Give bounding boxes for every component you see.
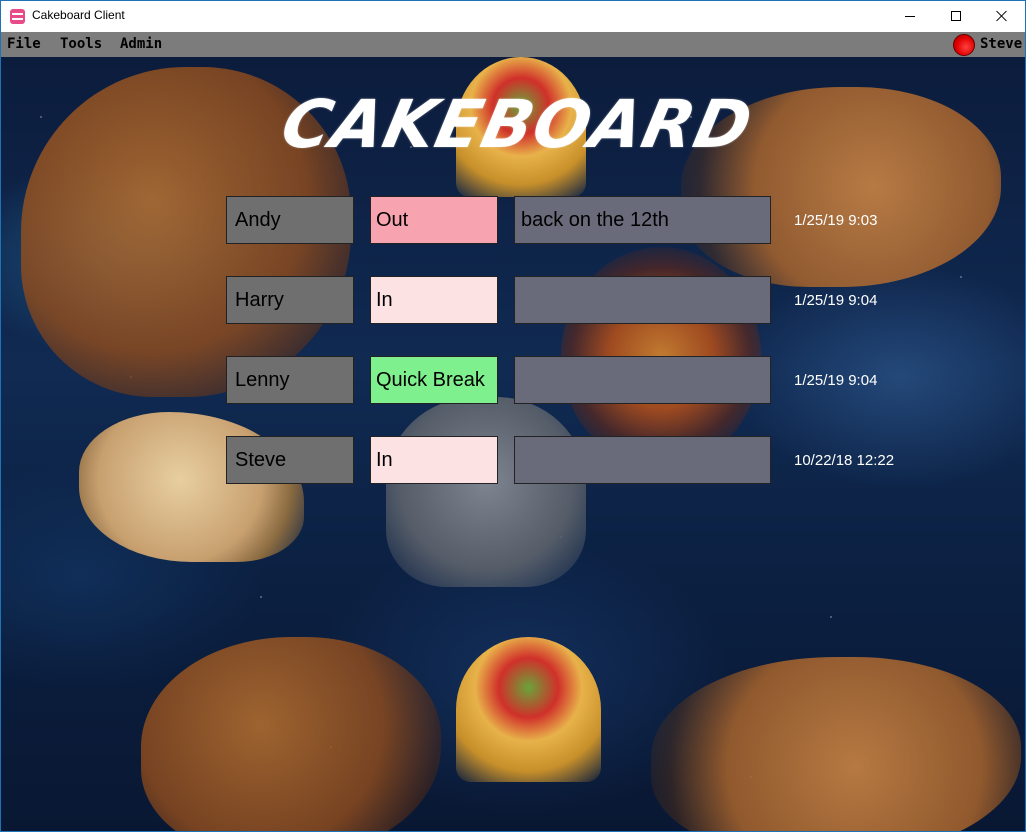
grey-cat-image <box>386 397 586 587</box>
name-cell-lenny: Lenny <box>226 356 354 404</box>
space-background: CAKEBOARD Andy Out back on the 12th 1/25… <box>1 57 1025 831</box>
user-status-indicator[interactable] <box>953 34 975 56</box>
taco-image <box>456 637 601 782</box>
note-cell-lenny[interactable] <box>514 356 771 404</box>
close-icon <box>996 10 1008 22</box>
app-window: Cakeboard Client File Tools Admin Steve … <box>0 0 1026 832</box>
maximize-button[interactable] <box>933 1 979 31</box>
menu-bar: File Tools Admin Steve <box>1 32 1025 57</box>
note-cell-harry[interactable] <box>514 276 771 324</box>
status-cell-andy[interactable]: Out <box>370 196 498 244</box>
close-button[interactable] <box>979 1 1025 31</box>
minimize-icon <box>905 15 915 17</box>
name-cell-andy: Andy <box>226 196 354 244</box>
menu-admin[interactable]: Admin <box>120 36 162 52</box>
status-cell-steve[interactable]: In <box>370 436 498 484</box>
title-bar[interactable]: Cakeboard Client <box>1 1 1025 32</box>
note-cell-andy[interactable]: back on the 12th <box>514 196 771 244</box>
timestamp-harry: 1/25/19 9:04 <box>794 291 878 309</box>
menu-file[interactable]: File <box>7 36 41 52</box>
cakeboard-logo: CAKEBOARD <box>275 86 760 163</box>
maximize-icon <box>951 11 961 21</box>
timestamp-lenny: 1/25/19 9:04 <box>794 371 878 389</box>
name-cell-steve: Steve <box>226 436 354 484</box>
note-cell-steve[interactable] <box>514 436 771 484</box>
name-cell-harry: Harry <box>226 276 354 324</box>
window-title: Cakeboard Client <box>32 8 125 22</box>
status-cell-lenny[interactable]: Quick Break <box>370 356 498 404</box>
timestamp-steve: 10/22/18 12:22 <box>794 451 895 469</box>
menu-tools[interactable]: Tools <box>60 36 102 52</box>
current-user-name[interactable]: Steve <box>980 36 1022 52</box>
status-cell-harry[interactable]: In <box>370 276 498 324</box>
minimize-button[interactable] <box>887 1 933 31</box>
timestamp-andy: 1/25/19 9:03 <box>794 211 878 229</box>
cake-app-icon <box>10 9 25 24</box>
